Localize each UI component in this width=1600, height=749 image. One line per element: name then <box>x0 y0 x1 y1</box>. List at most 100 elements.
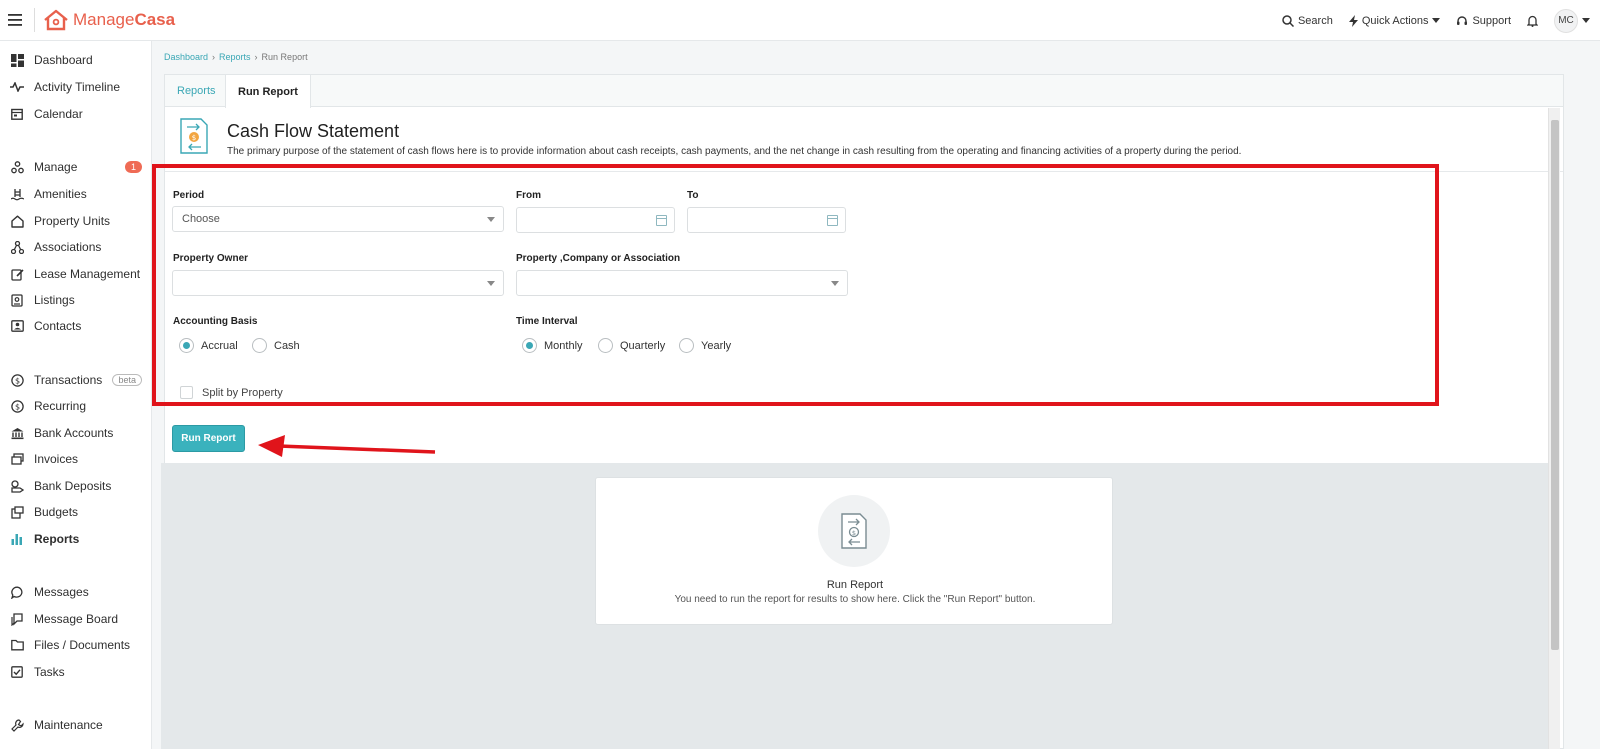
radio-accrual[interactable]: Accrual <box>179 338 238 353</box>
vertical-scrollbar[interactable] <box>1548 108 1560 749</box>
sidebar-item-associations[interactable]: Associations <box>0 236 152 258</box>
sidebar-item-label: Invoices <box>34 452 79 466</box>
message-board-icon <box>10 612 24 626</box>
sidebar-item-manage[interactable]: Manage 1 <box>0 156 152 178</box>
home-icon <box>10 214 24 228</box>
tab-run-report[interactable]: Run Report <box>225 75 311 108</box>
sidebar-item-lease-management[interactable]: Lease Management <box>0 263 152 285</box>
checkbox-box[interactable] <box>180 386 193 399</box>
bank-icon <box>10 426 24 440</box>
logo-text-prefix: Manage <box>73 10 135 29</box>
contacts-icon <box>10 319 24 333</box>
sidebar-item-files-documents[interactable]: Files / Documents <box>0 634 152 656</box>
property-company-select[interactable] <box>516 270 848 296</box>
support-button[interactable]: Support <box>1456 15 1511 27</box>
menu-icon[interactable] <box>0 0 30 41</box>
tab-bar: Reports Run Report <box>165 75 1563 108</box>
sidebar-item-dashboard[interactable]: Dashboard <box>0 49 152 71</box>
radio-button[interactable] <box>179 338 194 353</box>
quick-actions-button[interactable]: Quick Actions <box>1348 14 1441 27</box>
headset-icon <box>1457 15 1468 25</box>
manage-icon <box>10 160 24 174</box>
sidebar-item-property-units[interactable]: Property Units <box>0 210 152 232</box>
sidebar-item-label: Message Board <box>34 612 119 626</box>
sidebar-item-label: Manage <box>34 160 78 174</box>
run-report-button[interactable]: Run Report <box>172 425 245 452</box>
sidebar-item-label: Calendar <box>34 107 83 121</box>
caret-down-icon <box>1582 17 1590 23</box>
app-logo[interactable]: Manage Casa <box>43 9 175 31</box>
user-menu[interactable]: MC <box>1554 8 1590 33</box>
sidebar-item-messages[interactable]: Messages <box>0 581 152 603</box>
lightning-icon <box>1348 14 1358 27</box>
calendar-icon[interactable] <box>827 215 838 226</box>
search-button[interactable]: Search <box>1282 15 1333 27</box>
to-date-input[interactable] <box>687 207 846 233</box>
empty-state-icon-wrapper: $ <box>818 495 890 567</box>
sidebar-item-tasks[interactable]: Tasks <box>0 661 152 683</box>
scrollbar-thumb[interactable] <box>1551 120 1559 650</box>
radio-cash[interactable]: Cash <box>252 338 300 353</box>
svg-text:$: $ <box>852 529 856 537</box>
budget-icon <box>10 505 24 519</box>
sidebar-item-label: Files / Documents <box>34 638 131 652</box>
logo-text-suffix: Casa <box>134 10 176 29</box>
sidebar-item-bank-deposits[interactable]: Bank Deposits <box>0 475 152 497</box>
folder-icon <box>10 638 24 652</box>
radio-yearly[interactable]: Yearly <box>679 338 731 353</box>
sidebar-item-invoices[interactable]: Invoices <box>0 448 152 470</box>
bell-icon <box>1527 15 1538 27</box>
radio-quarterly[interactable]: Quarterly <box>598 338 665 353</box>
house-logo-icon <box>44 9 68 31</box>
radio-button[interactable] <box>522 338 537 353</box>
edit-icon <box>10 267 24 281</box>
property-owner-select[interactable] <box>172 270 504 296</box>
sidebar-item-budgets[interactable]: Budgets <box>0 501 152 523</box>
dollar-icon: $ <box>10 373 24 387</box>
listing-icon <box>10 293 24 307</box>
radio-label: Cash <box>274 339 300 352</box>
search-label: Search <box>1297 14 1333 27</box>
notifications-button[interactable] <box>1527 15 1538 27</box>
sidebar-item-activity-timeline[interactable]: Activity Timeline <box>0 76 152 98</box>
sidebar-item-calendar[interactable]: Calendar <box>0 103 152 125</box>
network-icon <box>10 240 24 254</box>
sidebar-item-listings[interactable]: Listings <box>0 289 152 311</box>
annotation-arrow-icon <box>258 435 436 457</box>
calendar-icon[interactable] <box>656 215 667 226</box>
sidebar-item-transactions[interactable]: $ Transactions beta <box>0 369 152 391</box>
sidebar-item-label: Maintenance <box>34 718 103 732</box>
from-date-input[interactable] <box>516 207 675 233</box>
radio-button[interactable] <box>679 338 694 353</box>
sidebar-item-reports[interactable]: Reports <box>0 528 152 550</box>
split-by-property-checkbox[interactable]: Split by Property <box>180 386 283 399</box>
period-select[interactable]: Choose <box>172 206 504 232</box>
sidebar-item-label: Bank Deposits <box>34 479 112 493</box>
sidebar-item-label: Associations <box>34 240 102 254</box>
svg-text:$: $ <box>14 402 19 411</box>
radio-label: Yearly <box>701 339 732 352</box>
breadcrumb-reports[interactable]: Reports <box>219 52 251 62</box>
radio-label: Accrual <box>201 339 238 352</box>
svg-text:$: $ <box>192 134 196 142</box>
sidebar-item-label: Budgets <box>34 505 79 519</box>
breadcrumb-dashboard[interactable]: Dashboard <box>164 52 208 62</box>
chevron-right-icon: › <box>212 52 216 62</box>
sidebar-item-maintenance[interactable]: Maintenance <box>0 714 152 736</box>
sidebar-item-label: Transactions <box>34 373 103 387</box>
sidebar-item-recurring[interactable]: $ Recurring <box>0 395 152 417</box>
page-title: Cash Flow Statement <box>227 121 400 141</box>
sidebar-item-message-board[interactable]: Message Board <box>0 608 152 630</box>
caret-down-icon <box>487 217 495 222</box>
avatar: MC <box>1554 8 1578 33</box>
radio-monthly[interactable]: Monthly <box>522 338 583 353</box>
sidebar-item-label: Listings <box>34 293 75 307</box>
radio-button[interactable] <box>598 338 613 353</box>
sidebar-item-label: Lease Management <box>34 267 141 281</box>
sidebar-item-amenities[interactable]: Amenities <box>0 183 152 205</box>
sidebar-item-bank-accounts[interactable]: Bank Accounts <box>0 422 152 444</box>
caret-down-icon <box>487 281 495 286</box>
tab-reports[interactable]: Reports <box>165 75 228 107</box>
sidebar-item-contacts[interactable]: Contacts <box>0 315 152 337</box>
radio-button[interactable] <box>252 338 267 353</box>
